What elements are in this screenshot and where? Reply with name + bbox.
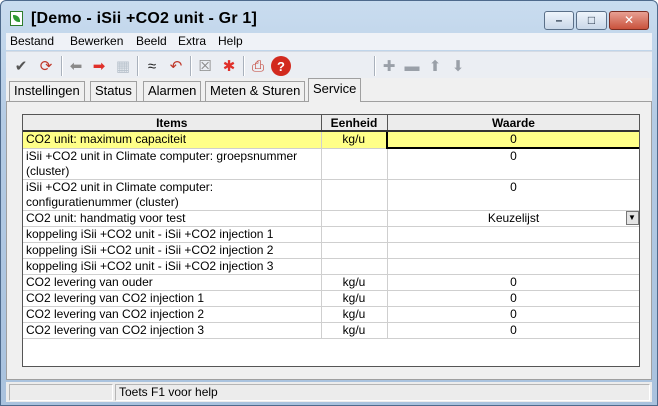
value-cell[interactable]: 0 [387, 290, 639, 307]
table-row[interactable]: CO2 levering van CO2 injection 1 kg/u 0 [23, 290, 639, 307]
status-bar: Toets F1 voor help [6, 382, 652, 402]
asterisk-icon[interactable]: ✱ [219, 56, 239, 76]
value-cell[interactable]: 0 [387, 148, 639, 180]
value-cell[interactable]: 0 [387, 274, 639, 291]
value-cell[interactable]: 0 [387, 322, 639, 339]
column-header-eenheid[interactable]: Eenheid [321, 115, 388, 132]
menu-beeld[interactable]: Beeld [136, 34, 167, 48]
status-text: Toets F1 voor help [119, 385, 218, 399]
unit-cell [321, 148, 388, 180]
refresh-icon[interactable]: ⟳ [36, 56, 56, 76]
unit-cell: kg/u [321, 322, 388, 339]
value-dropdown[interactable]: Keuzelijst ▼ [387, 210, 639, 227]
app-window: [Demo - iSii +CO2 unit - Gr 1] – □ ✕ Bes… [0, 0, 658, 406]
item-cell: CO2 levering van CO2 injection 2 [23, 306, 322, 323]
collapse-icon[interactable]: ≈ [142, 56, 162, 76]
toolbar-separator [190, 56, 192, 76]
tab-service[interactable]: Service [308, 78, 362, 102]
minus-icon[interactable]: ▬ [402, 56, 422, 76]
table-row[interactable]: koppeling iSii +CO2 unit - iSii +CO2 inj… [23, 226, 639, 243]
unit-cell: kg/u [321, 290, 388, 307]
unit-cell [321, 242, 388, 259]
table-row[interactable]: CO2 unit: maximum capaciteit kg/u 0 [23, 130, 639, 149]
close-button[interactable]: ✕ [609, 11, 649, 30]
service-panel: Items Eenheid Waarde CO2 unit: maximum c… [6, 101, 652, 380]
table-header-row: Items Eenheid Waarde [23, 115, 639, 132]
checkmark-icon[interactable]: ✔ [11, 56, 31, 76]
item-cell: iSii +CO2 unit in Climate computer: groe… [23, 148, 322, 180]
unit-cell [321, 210, 388, 227]
value-cell[interactable] [387, 226, 639, 243]
toolbar-separator [243, 56, 245, 76]
table-row[interactable]: CO2 levering van CO2 injection 3 kg/u 0 [23, 322, 639, 339]
menu-help[interactable]: Help [218, 34, 243, 48]
table-row[interactable]: CO2 levering van ouder kg/u 0 [23, 274, 639, 291]
menu-bestand[interactable]: Bestand [10, 34, 54, 48]
table-row[interactable]: koppeling iSii +CO2 unit - iSii +CO2 inj… [23, 258, 639, 275]
unit-cell [321, 258, 388, 275]
unit-cell: kg/u [321, 274, 388, 291]
item-cell: koppeling iSii +CO2 unit - iSii +CO2 inj… [23, 226, 322, 243]
table-row[interactable]: iSii +CO2 unit in Climate computer: groe… [23, 148, 639, 180]
toolbar-separator [137, 56, 139, 76]
help-icon[interactable]: ? [271, 56, 291, 76]
arrow-down-icon[interactable]: ⬇ [448, 56, 468, 76]
table-row[interactable]: CO2 unit: handmatig voor test Keuzelijst… [23, 210, 639, 227]
table-row[interactable]: CO2 levering van CO2 injection 2 kg/u 0 [23, 306, 639, 323]
print-icon[interactable]: ⎙ [248, 56, 268, 76]
item-cell: koppeling iSii +CO2 unit - iSii +CO2 inj… [23, 242, 322, 259]
arrow-up-icon[interactable]: ⬆ [425, 56, 445, 76]
maximize-button[interactable]: □ [576, 11, 607, 30]
box-x-icon[interactable]: ☒ [195, 56, 215, 76]
value-cell[interactable] [387, 258, 639, 275]
service-table: Items Eenheid Waarde CO2 unit: maximum c… [23, 115, 639, 339]
status-cell-left [9, 384, 113, 401]
unit-cell [321, 179, 388, 211]
grid-icon[interactable]: ▦ [113, 56, 133, 76]
toolbar: ✔ ⟳ ⬅ ➡ ▦ ≈ ↶ ☒ ✱ ⎙ ? ✚ ▬ ⬆ ⬇ [6, 51, 652, 78]
toolbar-separator [374, 56, 376, 76]
service-grid: Items Eenheid Waarde CO2 unit: maximum c… [22, 114, 640, 367]
maximize-icon: □ [587, 13, 596, 27]
item-cell: CO2 unit: maximum capaciteit [23, 131, 322, 149]
app-icon [10, 11, 23, 26]
value-cell[interactable]: 0 [387, 306, 639, 323]
tab-meten-sturen[interactable]: Meten & Sturen [205, 81, 306, 101]
unit-cell: kg/u [321, 306, 388, 323]
value-cell[interactable]: 0 [386, 130, 639, 149]
menu-bar: Bestand Bewerken Beeld Extra Help [6, 33, 652, 50]
tab-instellingen[interactable]: Instellingen [9, 81, 85, 101]
tab-strip: Instellingen Status Alarmen Meten & Stur… [6, 78, 652, 102]
item-cell: CO2 unit: handmatig voor test [23, 210, 322, 227]
menu-bewerken[interactable]: Bewerken [70, 34, 123, 48]
toolbar-separator [61, 56, 63, 76]
unit-cell: kg/u [321, 131, 388, 149]
title-bar[interactable]: [Demo - iSii +CO2 unit - Gr 1] – □ ✕ [1, 1, 657, 33]
tab-status[interactable]: Status [90, 81, 137, 101]
undo-icon[interactable]: ↶ [166, 56, 186, 76]
table-row[interactable]: koppeling iSii +CO2 unit - iSii +CO2 inj… [23, 242, 639, 259]
item-cell: iSii +CO2 unit in Climate computer: conf… [23, 179, 322, 211]
item-cell: CO2 levering van CO2 injection 3 [23, 322, 322, 339]
column-header-items[interactable]: Items [23, 115, 322, 132]
tab-alarmen[interactable]: Alarmen [143, 81, 202, 101]
value-cell[interactable]: 0 [387, 179, 639, 211]
minimize-button[interactable]: – [544, 11, 574, 30]
unit-cell [321, 226, 388, 243]
plus-icon[interactable]: ✚ [379, 56, 399, 76]
table-row[interactable]: iSii +CO2 unit in Climate computer: conf… [23, 179, 639, 211]
menu-extra[interactable]: Extra [178, 34, 206, 48]
arrow-right-icon[interactable]: ➡ [89, 56, 109, 76]
value-cell[interactable] [387, 242, 639, 259]
minimize-icon: – [555, 13, 563, 27]
item-cell: koppeling iSii +CO2 unit - iSii +CO2 inj… [23, 258, 322, 275]
dropdown-value: Keuzelijst [487, 210, 540, 225]
chevron-down-icon[interactable]: ▼ [625, 210, 639, 225]
window-title: [Demo - iSii +CO2 unit - Gr 1] [31, 10, 258, 27]
item-cell: CO2 levering van CO2 injection 1 [23, 290, 322, 307]
close-icon: ✕ [623, 13, 635, 27]
item-cell: CO2 levering van ouder [23, 274, 322, 291]
column-header-waarde[interactable]: Waarde [387, 115, 639, 132]
arrow-left-icon[interactable]: ⬅ [66, 56, 86, 76]
